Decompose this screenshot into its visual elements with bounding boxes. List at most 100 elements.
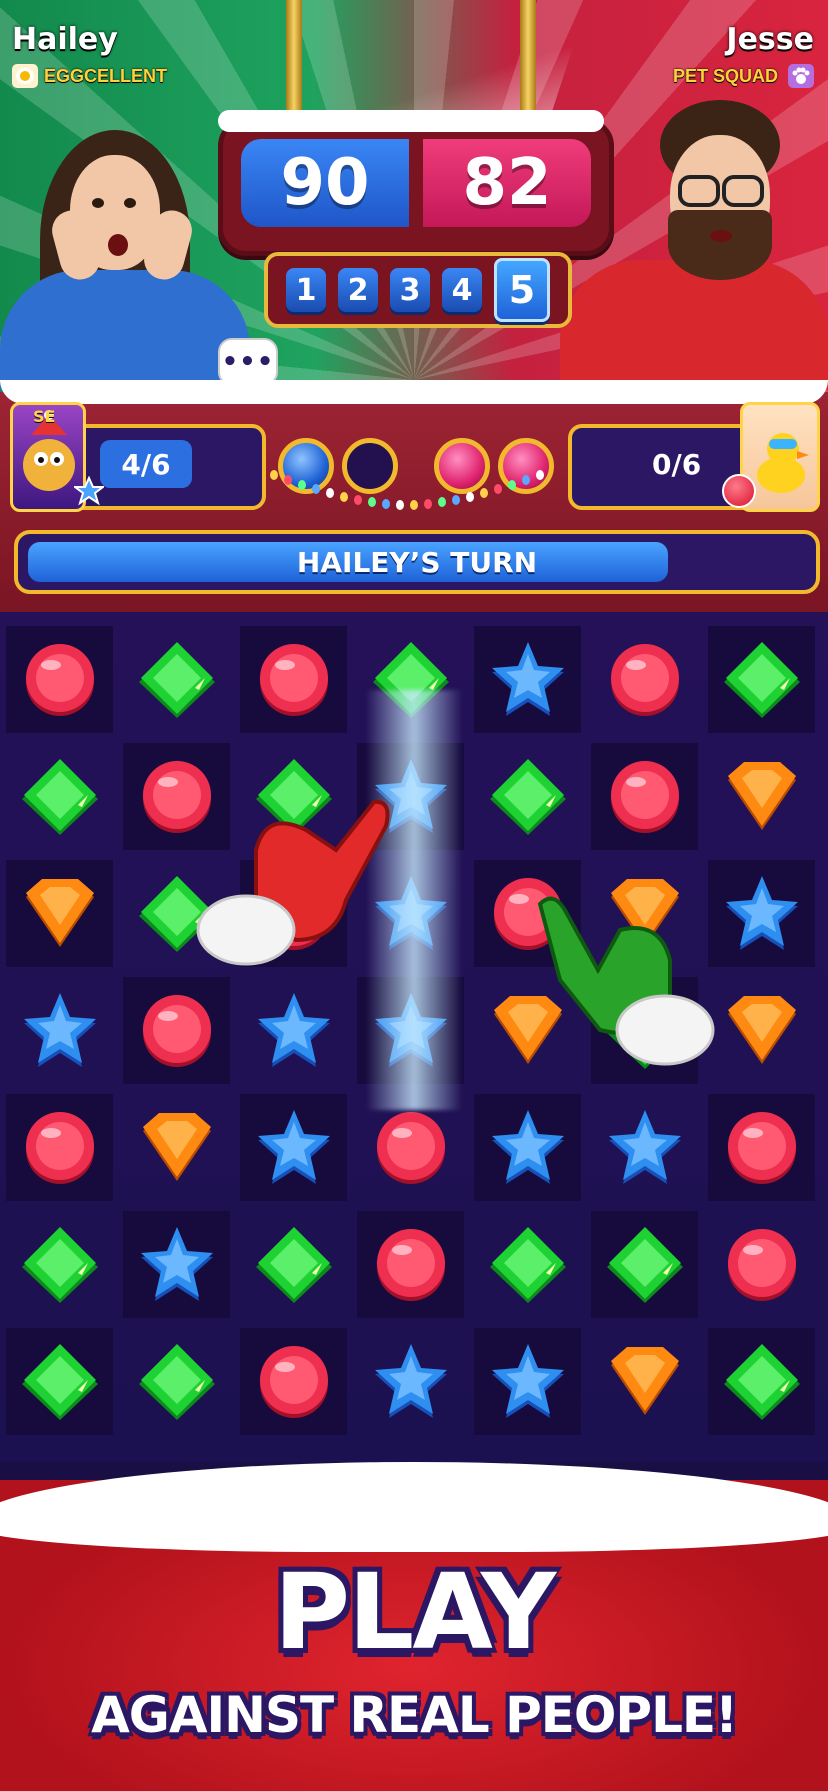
orange-gem-icon[interactable] bbox=[18, 875, 102, 953]
green-gem-icon[interactable] bbox=[603, 1223, 687, 1307]
board-cell[interactable] bbox=[591, 1328, 698, 1435]
red-gem-icon[interactable] bbox=[138, 992, 216, 1070]
board-cell[interactable] bbox=[474, 1094, 581, 1201]
board-cell[interactable] bbox=[240, 1094, 347, 1201]
string-light bbox=[410, 499, 418, 510]
board-cell[interactable] bbox=[123, 1211, 230, 1318]
board-cell[interactable] bbox=[240, 626, 347, 733]
egg-icon bbox=[12, 64, 38, 88]
board-cell[interactable] bbox=[474, 1328, 581, 1435]
red-gem-icon[interactable] bbox=[723, 1109, 801, 1187]
board-cell[interactable] bbox=[708, 860, 815, 967]
blue-gem-icon[interactable] bbox=[252, 989, 336, 1073]
green-gem-icon[interactable] bbox=[135, 1340, 219, 1424]
string-light bbox=[522, 474, 530, 485]
blue-gem-icon[interactable] bbox=[720, 872, 804, 956]
green-gem-icon[interactable] bbox=[720, 1340, 804, 1424]
orange-gem-icon[interactable] bbox=[720, 992, 804, 1070]
green-gem-icon[interactable] bbox=[252, 1223, 336, 1307]
board-cell[interactable] bbox=[6, 626, 113, 733]
board-cell[interactable] bbox=[474, 743, 581, 850]
red-gem-icon[interactable] bbox=[21, 641, 99, 719]
board-cell[interactable] bbox=[708, 626, 815, 733]
green-gem-icon[interactable] bbox=[18, 755, 102, 839]
string-light bbox=[466, 492, 474, 503]
green-gem-icon[interactable] bbox=[720, 638, 804, 722]
board-cell[interactable] bbox=[6, 1328, 113, 1435]
board-cell[interactable] bbox=[591, 626, 698, 733]
blue-gem-icon[interactable] bbox=[135, 1223, 219, 1307]
board-cell[interactable] bbox=[708, 1094, 815, 1201]
board-cell[interactable] bbox=[357, 1328, 464, 1435]
green-gem-icon[interactable] bbox=[486, 755, 570, 839]
footer-snow bbox=[0, 1462, 828, 1552]
board-cell[interactable] bbox=[240, 1328, 347, 1435]
board-cell[interactable] bbox=[591, 1211, 698, 1318]
red-gem-icon[interactable] bbox=[606, 758, 684, 836]
red-gem-icon[interactable] bbox=[372, 1109, 450, 1187]
board-cell[interactable] bbox=[474, 626, 581, 733]
board-cell[interactable] bbox=[6, 1094, 113, 1201]
red-gem-icon[interactable] bbox=[372, 1226, 450, 1304]
string-light bbox=[270, 470, 278, 480]
orange-gem-icon[interactable] bbox=[603, 1343, 687, 1421]
round-indicator: 1 2 3 4 5 bbox=[264, 252, 572, 328]
red-gem-icon[interactable] bbox=[723, 1226, 801, 1304]
green-gem-icon[interactable] bbox=[18, 1340, 102, 1424]
band-snow bbox=[0, 380, 828, 404]
board-cell[interactable] bbox=[6, 977, 113, 1084]
round-1: 1 bbox=[286, 268, 326, 312]
board-cell[interactable] bbox=[708, 1211, 815, 1318]
right-score: 82 bbox=[423, 139, 591, 227]
star-badge-icon bbox=[72, 475, 106, 510]
red-gem-icon[interactable] bbox=[606, 641, 684, 719]
board-cell[interactable] bbox=[357, 1211, 464, 1318]
cta-title: PLAY bbox=[273, 1551, 556, 1673]
red-gem-icon[interactable] bbox=[255, 641, 333, 719]
blue-gem-icon[interactable] bbox=[486, 1340, 570, 1424]
board-cell[interactable] bbox=[240, 1211, 347, 1318]
round-4: 4 bbox=[442, 268, 482, 312]
player-right-name: Jesse bbox=[726, 22, 814, 57]
string-light bbox=[508, 479, 516, 490]
scoreboard-snow bbox=[218, 110, 604, 132]
red-dot-icon bbox=[722, 474, 756, 508]
blue-gem-icon[interactable] bbox=[486, 638, 570, 722]
board-cell[interactable] bbox=[6, 1211, 113, 1318]
green-mitten-icon bbox=[520, 890, 720, 1094]
paw-icon bbox=[788, 64, 814, 88]
cta-subtitle: AGAINST REAL PEOPLE! bbox=[91, 1686, 738, 1744]
red-mitten-icon bbox=[196, 790, 396, 994]
board-cell[interactable] bbox=[357, 1094, 464, 1201]
blue-gem-icon[interactable] bbox=[486, 1106, 570, 1190]
player-right-team: PET SQUAD bbox=[672, 66, 778, 86]
left-cards-progress: 4/6 bbox=[100, 440, 192, 488]
green-gem-icon[interactable] bbox=[18, 1223, 102, 1307]
board-cell[interactable] bbox=[6, 743, 113, 850]
board-cell[interactable] bbox=[123, 626, 230, 733]
board-cell[interactable] bbox=[708, 1328, 815, 1435]
green-gem-icon[interactable] bbox=[486, 1223, 570, 1307]
green-gem-icon[interactable] bbox=[135, 638, 219, 722]
blue-gem-icon[interactable] bbox=[603, 1106, 687, 1190]
board-cell[interactable] bbox=[591, 1094, 698, 1201]
red-gem-icon[interactable] bbox=[21, 1109, 99, 1187]
chat-button[interactable]: ••• bbox=[218, 338, 278, 386]
blue-gem-icon[interactable] bbox=[252, 1106, 336, 1190]
string-light bbox=[536, 470, 544, 480]
board-cell[interactable] bbox=[123, 1094, 230, 1201]
board-cell[interactable] bbox=[6, 860, 113, 967]
board-cell[interactable] bbox=[708, 743, 815, 850]
player-left-team: EGGCELLENT bbox=[44, 66, 168, 86]
red-gem-icon[interactable] bbox=[255, 1343, 333, 1421]
orange-gem-icon[interactable] bbox=[135, 1109, 219, 1187]
board-cell[interactable] bbox=[708, 977, 815, 1084]
board-cell[interactable] bbox=[474, 1211, 581, 1318]
blue-gem-icon[interactable] bbox=[18, 989, 102, 1073]
blue-gem-icon[interactable] bbox=[369, 1340, 453, 1424]
orange-gem-icon[interactable] bbox=[720, 758, 804, 836]
board-cell[interactable] bbox=[591, 743, 698, 850]
board-cell[interactable] bbox=[123, 1328, 230, 1435]
string-light bbox=[340, 492, 348, 503]
string-light bbox=[284, 474, 292, 485]
